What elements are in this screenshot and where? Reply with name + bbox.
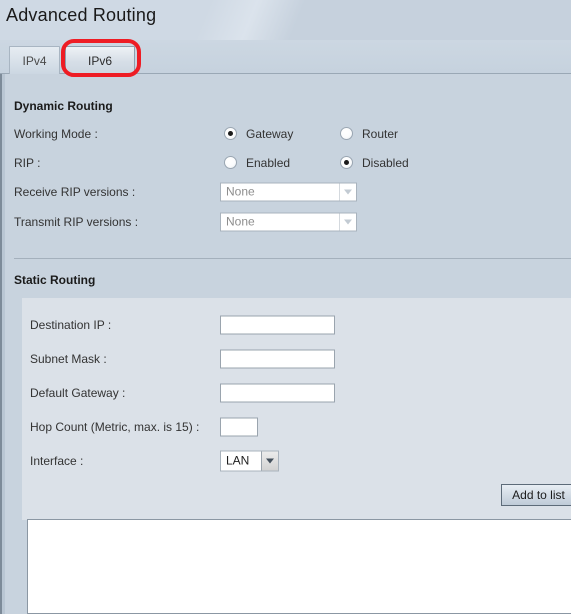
label-default-gateway: Default Gateway :	[30, 385, 126, 400]
select-interface-value: LAN	[226, 453, 250, 468]
radio-indicator-disabled	[340, 156, 353, 169]
input-destination-ip[interactable]	[220, 315, 335, 334]
select-interface[interactable]: LAN	[220, 450, 279, 471]
static-route-list[interactable]	[27, 519, 571, 614]
input-hop-count[interactable]	[220, 417, 258, 436]
input-default-gateway[interactable]	[220, 383, 335, 402]
label-interface: Interface :	[30, 453, 84, 468]
radio-label-disabled: Disabled	[362, 155, 409, 170]
radio-label-gateway: Gateway	[246, 126, 294, 141]
radio-label-enabled: Enabled	[246, 155, 291, 170]
row-working-mode: Working Mode : Gateway Router	[5, 119, 571, 148]
row-interface: Interface : LAN	[22, 446, 571, 475]
dynamic-routing-heading: Dynamic Routing	[14, 99, 113, 113]
select-receive-rip-versions[interactable]: None	[220, 182, 357, 201]
page-header: Advanced Routing	[0, 0, 571, 40]
label-rip: RIP :	[14, 155, 41, 170]
chevron-down-icon	[339, 183, 356, 200]
radio-label-router: Router	[362, 126, 399, 141]
row-hop-count: Hop Count (Metric, max. is 15) :	[22, 412, 571, 441]
radio-working-mode-router[interactable]: Router	[340, 127, 398, 141]
content-area: Dynamic Routing Working Mode : Gateway R…	[0, 74, 571, 614]
add-to-list-button[interactable]: Add to list	[501, 484, 571, 506]
tab-ipv4[interactable]: IPv4	[9, 46, 60, 74]
radio-indicator-enabled	[224, 156, 237, 169]
label-working-mode: Working Mode :	[14, 126, 98, 141]
radio-indicator-gateway	[224, 127, 237, 140]
chevron-down-icon	[339, 213, 356, 230]
radio-rip-enabled[interactable]: Enabled	[224, 156, 290, 170]
input-subnet-mask[interactable]	[220, 349, 335, 368]
row-rip: RIP : Enabled Disabled	[5, 148, 571, 177]
page-title: Advanced Routing	[6, 5, 157, 25]
tab-bar: IPv4 IPv6	[0, 40, 571, 74]
label-subnet-mask: Subnet Mask :	[30, 351, 107, 366]
label-transmit-rip-versions: Transmit RIP versions :	[14, 214, 139, 229]
advanced-routing-page: Advanced Routing IPv4 IPv6 Dynamic Routi…	[0, 0, 571, 614]
section-divider	[14, 258, 571, 259]
radio-rip-disabled[interactable]: Disabled	[340, 156, 409, 170]
select-transmit-rip-versions-value: None	[226, 214, 255, 229]
row-default-gateway: Default Gateway :	[22, 378, 571, 407]
tab-ipv6[interactable]: IPv6	[65, 46, 135, 74]
static-routing-heading: Static Routing	[14, 273, 96, 287]
select-receive-rip-versions-value: None	[226, 184, 255, 199]
select-transmit-rip-versions[interactable]: None	[220, 212, 357, 231]
row-destination-ip: Destination IP :	[22, 310, 571, 339]
chevron-down-icon	[261, 451, 278, 470]
row-transmit-rip-versions: Transmit RIP versions : None	[5, 207, 571, 236]
static-routing-panel: Destination IP : Subnet Mask : Default G…	[22, 298, 571, 520]
radio-working-mode-gateway[interactable]: Gateway	[224, 127, 293, 141]
radio-indicator-router	[340, 127, 353, 140]
label-hop-count: Hop Count (Metric, max. is 15) :	[30, 419, 200, 434]
label-receive-rip-versions: Receive RIP versions :	[14, 184, 136, 199]
label-destination-ip: Destination IP :	[30, 317, 112, 332]
row-subnet-mask: Subnet Mask :	[22, 344, 571, 373]
row-receive-rip-versions: Receive RIP versions : None	[5, 177, 571, 206]
